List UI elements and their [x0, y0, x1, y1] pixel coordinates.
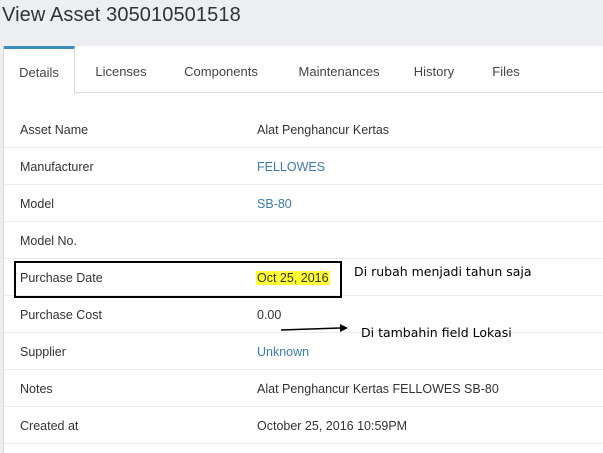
supplier-label: Supplier — [20, 345, 66, 359]
annotation-arrow-icon — [280, 324, 348, 332]
tab-files[interactable]: Files — [480, 46, 532, 93]
model-link[interactable]: SB-80 — [257, 197, 292, 211]
manufacturer-label: Manufacturer — [20, 160, 94, 174]
purchase-date-highlight-box — [14, 261, 342, 298]
row-manufacturer: Manufacturer FELLOWES — [4, 148, 603, 185]
tab-components[interactable]: Components — [171, 46, 271, 93]
supplier-link[interactable]: Unknown — [257, 345, 309, 359]
tab-details[interactable]: Details — [4, 46, 75, 94]
created-at-value: October 25, 2016 10:59PM — [257, 419, 408, 433]
asset-name-value: Alat Penghancur Kertas — [257, 123, 390, 137]
notes-label: Notes — [20, 382, 53, 396]
row-model-no: Model No. — [4, 222, 603, 259]
asset-details-panel: Details Licenses Components Maintenances… — [3, 46, 603, 453]
manufacturer-link[interactable]: FELLOWES — [257, 160, 325, 174]
model-no-label: Model No. — [20, 234, 77, 248]
purchase-cost-label: Purchase Cost — [20, 308, 102, 322]
annotation-note-add-location: Di tambahin field Lokasi — [361, 325, 512, 340]
asset-name-label: Asset Name — [20, 123, 89, 137]
row-model: Model SB-80 — [4, 185, 603, 222]
model-label: Model — [20, 197, 55, 211]
row-created-at: Created at October 25, 2016 10:59PM — [4, 407, 603, 444]
tab-licenses[interactable]: Licenses — [84, 46, 158, 93]
notes-value: Alat Penghancur Kertas FELLOWES SB-80 — [257, 382, 499, 396]
annotation-note-year-only: Di rubah menjadi tahun saja — [354, 264, 532, 279]
tab-history[interactable]: History — [402, 46, 466, 93]
tab-maintenances[interactable]: Maintenances — [284, 46, 394, 93]
row-asset-name: Asset Name Alat Penghancur Kertas — [4, 111, 603, 148]
created-at-label: Created at — [20, 419, 79, 433]
purchase-cost-value: 0.00 — [257, 308, 282, 322]
row-notes: Notes Alat Penghancur Kertas FELLOWES SB… — [4, 370, 603, 407]
row-supplier: Supplier Unknown — [4, 333, 603, 370]
page-title: View Asset 305010501518 — [2, 4, 241, 26]
tab-bar: Details Licenses Components Maintenances… — [4, 46, 603, 94]
